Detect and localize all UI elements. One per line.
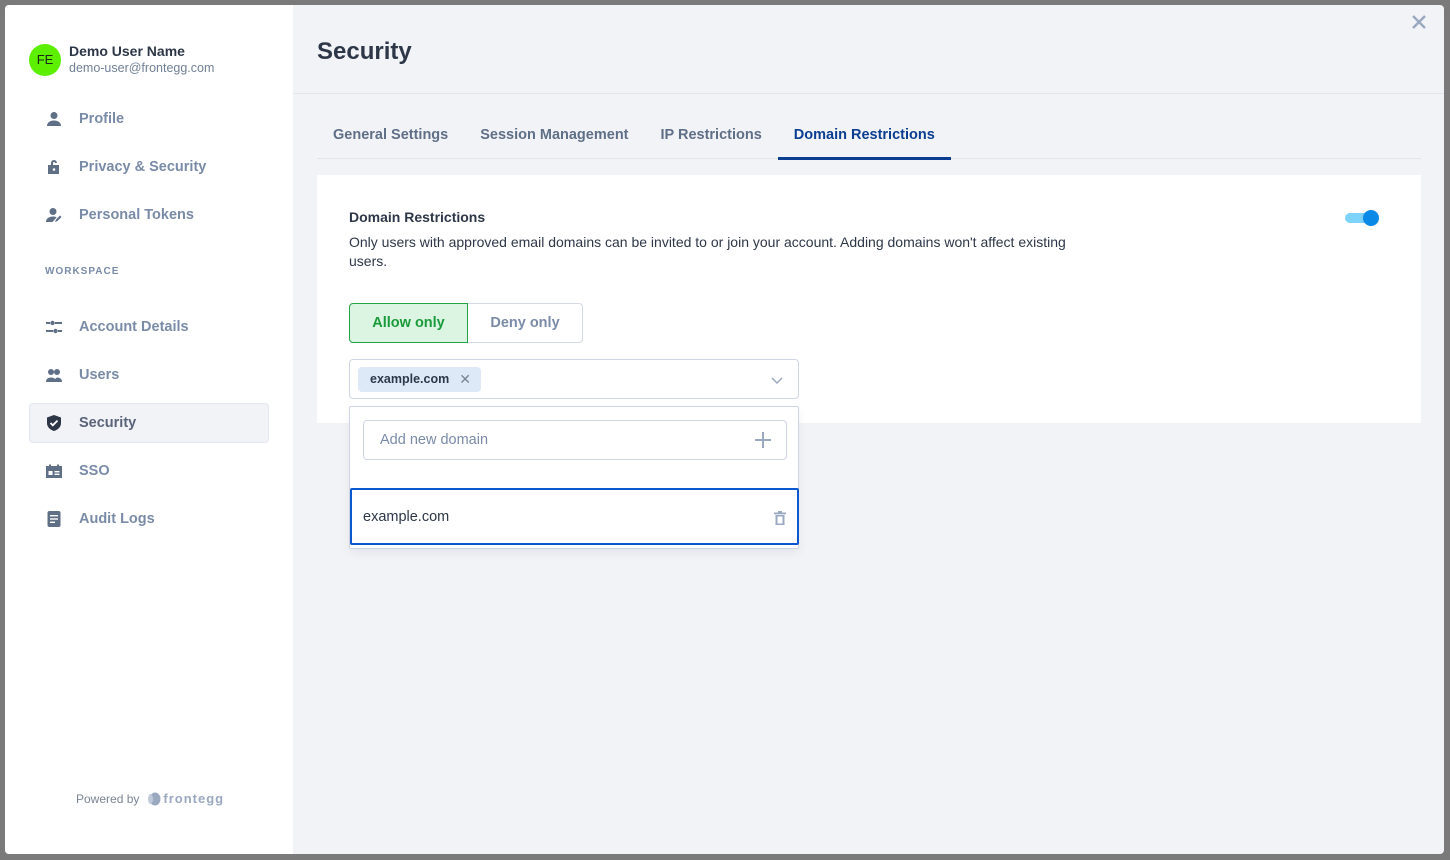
- domain-restrictions-toggle[interactable]: [1345, 210, 1379, 226]
- workspace-section-label: WORKSPACE: [45, 266, 120, 277]
- deny-only-button[interactable]: Deny only: [468, 303, 583, 343]
- sidebar-item-label: Audit Logs: [79, 511, 155, 527]
- settings-modal: FE Demo User Name demo-user@frontegg.com…: [5, 5, 1444, 854]
- card-description: Only users with approved email domains c…: [349, 234, 1066, 269]
- sidebar-item-personal-tokens[interactable]: Personal Tokens: [29, 195, 269, 235]
- sidebar-item-label: Privacy & Security: [79, 159, 207, 175]
- domains-dropdown: example.com: [349, 406, 799, 549]
- sidebar-item-label: SSO: [79, 463, 110, 479]
- user-name: Demo User Name: [69, 43, 185, 59]
- mode-selector: Allow only Deny only: [349, 303, 583, 343]
- close-button[interactable]: [1408, 11, 1430, 33]
- close-icon: [1412, 15, 1426, 29]
- shield-check-icon: [46, 415, 62, 431]
- domain-list-item[interactable]: example.com: [350, 488, 799, 545]
- sliders-icon: [46, 319, 62, 335]
- tab-ip-restrictions[interactable]: IP Restrictions: [645, 111, 778, 159]
- sso-card-icon: [46, 463, 62, 479]
- sidebar-item-label: Personal Tokens: [79, 207, 194, 223]
- sidebar-item-users[interactable]: Users: [29, 355, 269, 395]
- sidebar-item-profile[interactable]: Profile: [29, 99, 269, 139]
- sidebar-item-privacy-security[interactable]: Privacy & Security: [29, 147, 269, 187]
- user-email: demo-user@frontegg.com: [69, 61, 215, 75]
- header-divider: [293, 93, 1444, 94]
- tab-domain-restrictions[interactable]: Domain Restrictions: [777, 111, 951, 160]
- document-icon: [46, 511, 62, 527]
- add-domain-input[interactable]: [364, 432, 744, 448]
- tab-general-settings[interactable]: General Settings: [317, 111, 464, 159]
- powered-by-label: Powered by: [76, 791, 140, 806]
- sidebar-item-security[interactable]: Security: [29, 403, 269, 443]
- frontegg-logo: frontegg: [147, 791, 224, 806]
- add-domain-field: [363, 420, 787, 460]
- toggle-thumb: [1363, 210, 1379, 226]
- domain-chip: example.com ✕: [358, 366, 481, 392]
- sidebar-item-label: Security: [79, 415, 137, 431]
- powered-by: Powered by frontegg: [76, 791, 224, 806]
- tab-session-management[interactable]: Session Management: [464, 111, 644, 159]
- person-edit-icon: [46, 207, 62, 223]
- domain-restrictions-card: Domain Restrictions Only users with appr…: [317, 175, 1421, 423]
- users-icon: [46, 367, 62, 383]
- domain-list-item-label: example.com: [363, 508, 450, 525]
- user-profile: FE Demo User Name demo-user@frontegg.com: [29, 43, 214, 76]
- sidebar-item-label: Users: [79, 367, 120, 383]
- card-title: Domain Restrictions: [349, 209, 486, 225]
- trash-icon[interactable]: [774, 511, 786, 525]
- frontegg-logo-icon: [148, 792, 161, 805]
- domain-chip-label: example.com: [370, 372, 450, 386]
- security-tabs: General Settings Session Management IP R…: [317, 111, 1421, 160]
- allow-only-button[interactable]: Allow only: [349, 303, 468, 343]
- person-icon: [46, 111, 62, 127]
- brand-name: frontegg: [163, 791, 225, 806]
- avatar: FE: [29, 43, 61, 76]
- sidebar-item-label: Profile: [79, 111, 125, 127]
- sidebar-item-audit-logs[interactable]: Audit Logs: [29, 499, 269, 539]
- lock-open-icon: [46, 159, 62, 175]
- main-content: Security General Settings Session Manage…: [293, 5, 1444, 854]
- domains-select[interactable]: example.com ✕: [349, 359, 799, 399]
- plus-icon[interactable]: [754, 431, 772, 449]
- remove-chip-icon[interactable]: ✕: [459, 371, 471, 388]
- sidebar-item-sso[interactable]: SSO: [29, 451, 269, 491]
- sidebar-item-account-details[interactable]: Account Details: [29, 307, 269, 347]
- page-title: Security: [317, 38, 412, 65]
- sidebar-item-label: Account Details: [79, 319, 189, 335]
- chevron-down-icon[interactable]: [770, 373, 784, 387]
- sidebar: FE Demo User Name demo-user@frontegg.com…: [5, 5, 293, 854]
